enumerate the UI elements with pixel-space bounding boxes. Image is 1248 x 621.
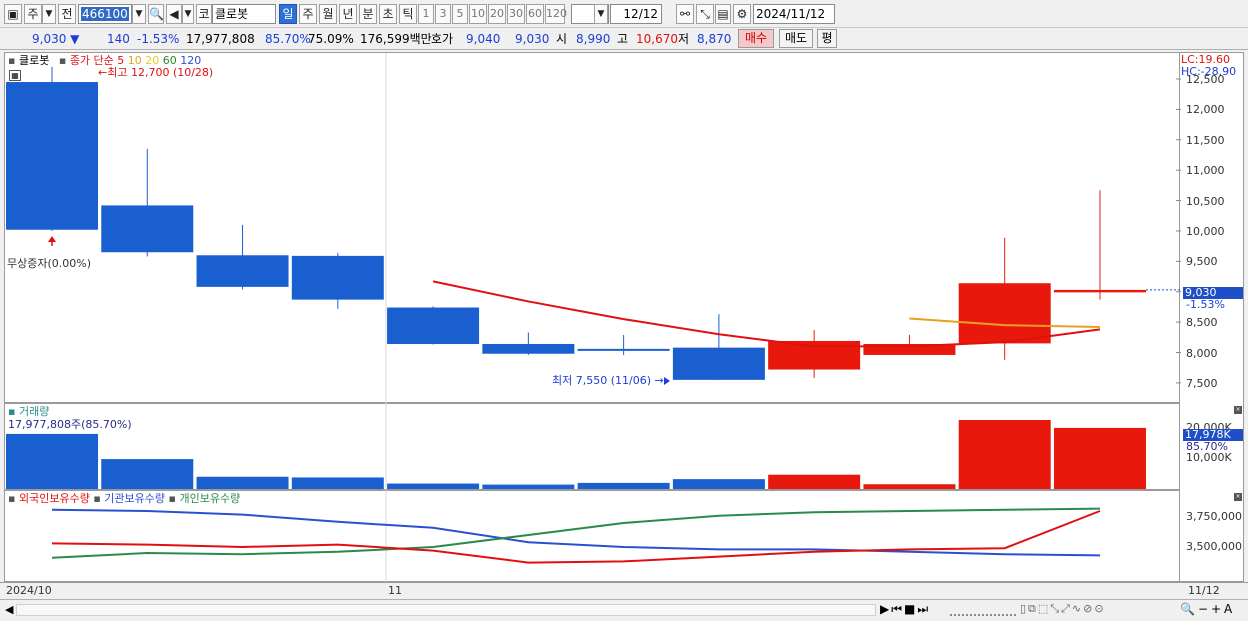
- stock-code-value: 466100: [81, 7, 129, 21]
- current-price: 9,030 ▼: [32, 32, 80, 46]
- price-tick-label: 11,500: [1186, 133, 1225, 147]
- x-label-end: 11/12: [1188, 584, 1220, 597]
- quote-bar: 9,030 ▼ 140 -1.53% 17,977,808 85.70% 75.…: [0, 28, 1248, 50]
- playback-controls[interactable]: ▶⏮■⏭: [880, 602, 930, 617]
- count-total: /12: [638, 7, 658, 21]
- price-tick-label: 9,500: [1186, 255, 1218, 269]
- minute-option-60[interactable]: 60: [526, 4, 544, 24]
- interval-dropdown-icon[interactable]: ▼: [594, 4, 608, 24]
- period-tab-1[interactable]: 주: [299, 4, 317, 24]
- gear-icon[interactable]: ⚙: [733, 4, 751, 24]
- open-label: 시: [556, 32, 568, 46]
- drawing-tools[interactable]: ▯⧉⬚⤡⤢∿⊘⊙: [1020, 602, 1106, 616]
- code-dropdown-icon[interactable]: ▼: [132, 4, 146, 24]
- scroll-left-icon[interactable]: ◀: [5, 603, 13, 616]
- high-label: 고: [617, 32, 629, 46]
- x-label-mid: 11: [388, 584, 402, 597]
- stock-legend-label: 클로봇: [18, 54, 50, 67]
- high-price: 10,670: [636, 32, 678, 46]
- crosshair-icon[interactable]: ⤡: [696, 4, 714, 24]
- ask-price-2: 9,030: [515, 32, 550, 46]
- link-icon[interactable]: ⚯: [676, 4, 694, 24]
- event-annotation: 무상증자(0.00%): [7, 257, 92, 270]
- prev-button[interactable]: 전: [58, 4, 76, 24]
- speaker-icon[interactable]: ◀: [166, 4, 182, 24]
- volume-title: ▪ 거래량: [8, 405, 50, 418]
- date-field[interactable]: 2024/11/12: [753, 4, 835, 24]
- price-tick-label: 7,500: [1186, 376, 1218, 390]
- trade-amount: 176,599백만: [360, 32, 432, 46]
- volume-summary: 17,977,808주(85.70%): [8, 418, 132, 431]
- turnover-ratio: 75.09%: [308, 32, 354, 46]
- low-label: 저: [678, 32, 690, 46]
- period-tab-2[interactable]: 월: [319, 4, 337, 24]
- price-change-pct: -1.53%: [137, 32, 180, 46]
- open-price: 8,990: [576, 32, 611, 46]
- current-pct-tag: -1.53%: [1186, 298, 1225, 311]
- count-value: 12: [623, 7, 639, 21]
- zoom-slider[interactable]: [950, 604, 1016, 616]
- buy-button[interactable]: 매수: [738, 29, 774, 48]
- date-axis: [0, 582, 1248, 599]
- search-icon[interactable]: 🔍: [148, 4, 164, 24]
- top-toolbar: ▣ 주 ▼ 전 466100 ▼ 🔍 ◀ ▼ 코 클로봇 일주월년분초틱 135…: [0, 0, 1248, 28]
- low-price: 8,870: [697, 32, 732, 46]
- minute-option-3[interactable]: 3: [435, 4, 451, 24]
- sell-button[interactable]: 매도: [779, 29, 813, 48]
- price-tick-label: 8,500: [1186, 316, 1218, 330]
- minute-option-5[interactable]: 5: [452, 4, 468, 24]
- holding-tick-low: 3,500,000: [1186, 540, 1242, 553]
- table-icon[interactable]: ▦: [9, 70, 21, 81]
- minute-option-10[interactable]: 10: [469, 4, 487, 24]
- stock-code-input[interactable]: 466100: [78, 4, 132, 24]
- price-tick-label: 8,000: [1186, 346, 1218, 360]
- price-tick-label: 11,000: [1186, 164, 1225, 178]
- period-tab-6[interactable]: 틱: [399, 4, 417, 24]
- minute-option-120[interactable]: 120: [545, 4, 567, 24]
- volume-pane[interactable]: [4, 403, 1180, 490]
- zoom-icons[interactable]: 🔍−+A: [1180, 602, 1235, 616]
- bottom-controls: ◀ ▶⏮■⏭ ▯⧉⬚⤡⤢∿⊘⊙ 🔍−+A: [0, 599, 1248, 621]
- chart-window: ▣ 주 ▼ 전 466100 ▼ 🔍 ◀ ▼ 코 클로봇 일주월년분초틱 135…: [0, 0, 1248, 621]
- price-tick-label: 12,000: [1186, 103, 1225, 117]
- market-dropdown-icon[interactable]: ▼: [42, 4, 56, 24]
- volume-value: 17,977,808: [186, 32, 255, 46]
- ask-label: 호가: [431, 32, 454, 46]
- save-icon[interactable]: ▤: [715, 4, 731, 24]
- count-field[interactable]: 12/12: [610, 4, 662, 24]
- institution-legend: 기관보유수량: [104, 492, 166, 505]
- minute-option-30[interactable]: 30: [507, 4, 525, 24]
- period-tab-0[interactable]: 일: [279, 4, 297, 24]
- eval-button[interactable]: 평: [817, 29, 837, 48]
- volume-tick-low: 10,000K: [1186, 451, 1232, 464]
- stock-name-field[interactable]: 클로봇: [212, 4, 276, 24]
- holding-pane-close-icon[interactable]: ×: [1234, 493, 1242, 501]
- market-selector[interactable]: 주: [24, 4, 42, 24]
- price-pane[interactable]: [4, 52, 1180, 403]
- layout-icon[interactable]: ▣: [4, 4, 22, 24]
- period-tab-5[interactable]: 초: [379, 4, 397, 24]
- price-change: 140: [107, 32, 130, 46]
- price-tick-label: 10,000: [1186, 224, 1225, 238]
- volume-pane-close-icon[interactable]: ×: [1234, 406, 1242, 414]
- speaker-dropdown-icon[interactable]: ▼: [182, 4, 194, 24]
- ask-price-1: 9,040: [466, 32, 501, 46]
- x-label-start: 2024/10: [6, 584, 52, 597]
- price-tick-label: 12,500: [1186, 73, 1225, 86]
- price-tick-label: 10,500: [1186, 194, 1225, 208]
- individual-legend: 개인보유수량: [179, 492, 241, 505]
- horizontal-scrollbar[interactable]: [16, 604, 876, 616]
- low-annotation: 최저 7,550 (11/06) →: [552, 374, 664, 387]
- minute-option-1[interactable]: 1: [418, 4, 434, 24]
- minute-option-20[interactable]: 20: [488, 4, 506, 24]
- holding-legend: ▪ 외국인보유수량 ▪ 기관보유수량 ▪ 개인보유수량: [8, 492, 241, 505]
- volume-ratio: 85.70%: [265, 32, 311, 46]
- period-tab-4[interactable]: 분: [359, 4, 377, 24]
- period-tab-3[interactable]: 년: [339, 4, 357, 24]
- holding-tick-high: 3,750,000: [1186, 510, 1242, 523]
- foreign-legend: 외국인보유수량: [18, 492, 90, 505]
- code-type-label[interactable]: 코: [196, 4, 212, 24]
- high-annotation: ←최고 12,700 (10/28): [98, 66, 214, 79]
